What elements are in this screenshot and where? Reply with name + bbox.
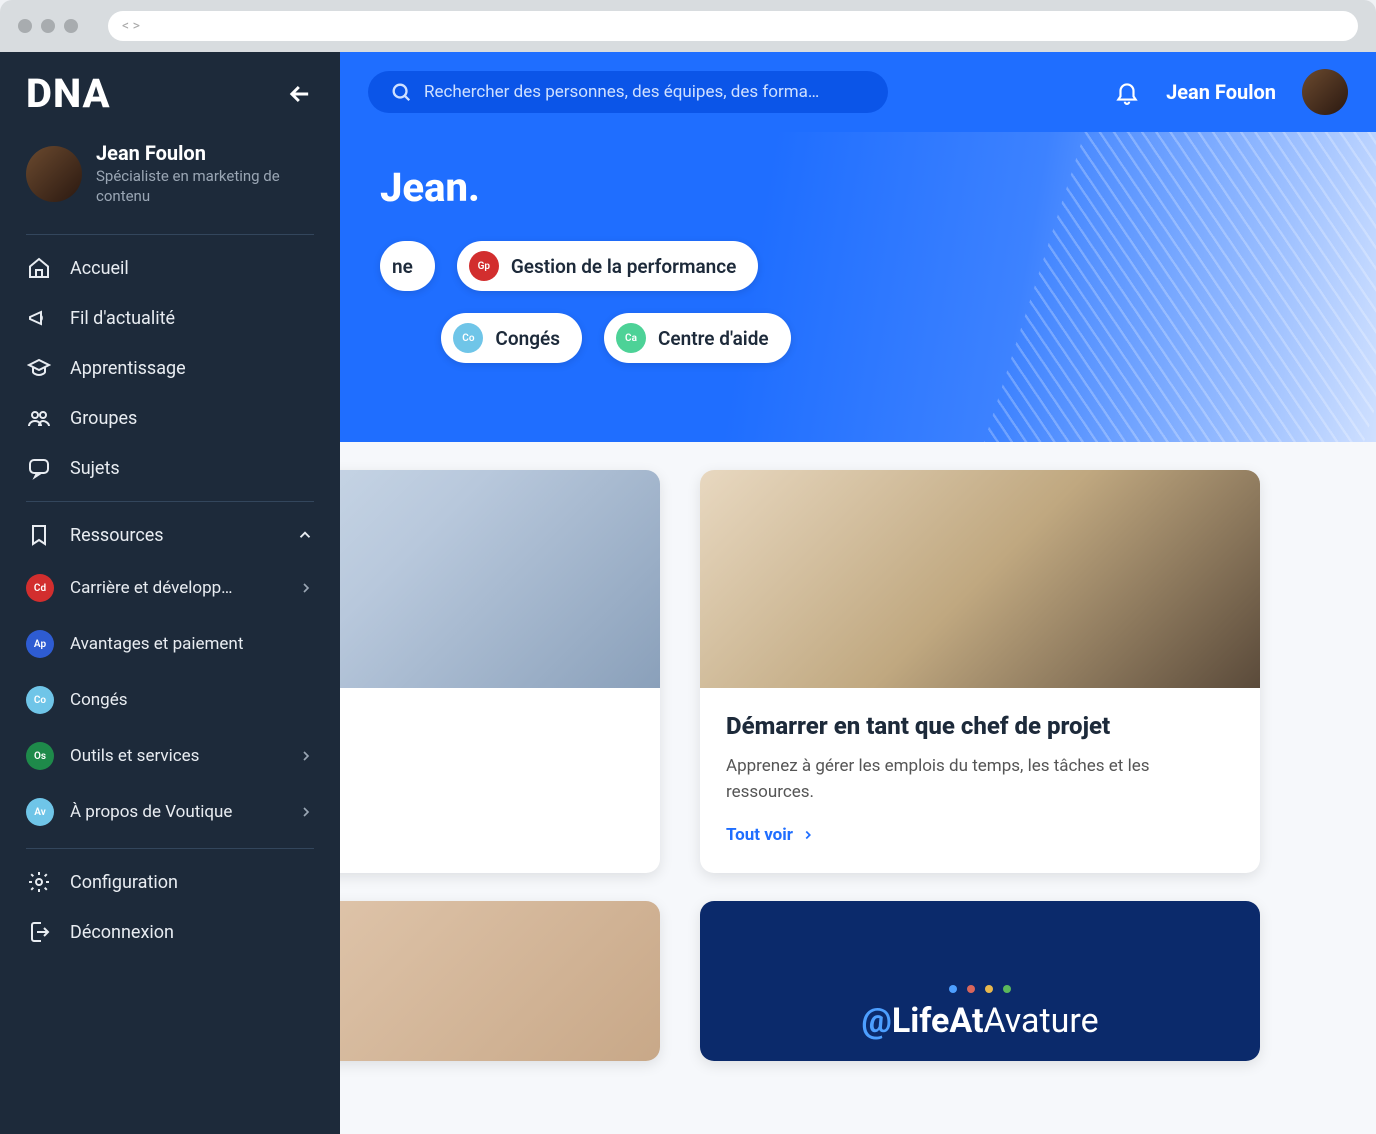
card-link-tout-voir[interactable]: Tout voir [726, 825, 815, 845]
sidebar-item-label: Configuration [70, 872, 178, 893]
sidebar-item-label: Déconnexion [70, 922, 174, 943]
card-chef-projet[interactable]: Démarrer en tant que chef de projet Appr… [700, 470, 1260, 873]
cards-row-2: @LifeAtAvature [340, 901, 1376, 1101]
badge-co-icon: Co [453, 323, 483, 353]
chip-gestion-performance[interactable]: Gp Gestion de la performance [457, 241, 759, 291]
divider [26, 848, 314, 849]
chip-centre-aide[interactable]: Ca Centre d'aide [604, 313, 791, 363]
resource-label: Carrière et développ… [70, 578, 233, 598]
topbar-avatar[interactable] [1302, 69, 1348, 115]
chip-label: Gestion de la performance [511, 255, 737, 278]
sidebar-item-accueil[interactable]: Accueil [0, 243, 340, 293]
card-description: Apprenez à gérer les emplois du temps, l… [726, 754, 1234, 805]
card-phone[interactable] [340, 901, 660, 1061]
sidebar-item-logout[interactable]: Déconnexion [0, 907, 340, 957]
sidebar-item-fil[interactable]: Fil d'actualité [0, 293, 340, 343]
badge-os-icon: Os [26, 742, 54, 770]
bookmark-icon [26, 522, 52, 548]
badge-ap-icon: Ap [26, 630, 54, 658]
search-input[interactable] [424, 82, 866, 102]
profile-block[interactable]: Jean Foulon Spécialiste en marketing de … [0, 127, 340, 226]
avatar [26, 146, 82, 202]
resource-item-conges[interactable]: Co Congés [0, 672, 340, 728]
hero-greeting: Jean. [380, 164, 1336, 211]
resource-label: Outils et services [70, 746, 199, 766]
topbar: Jean Foulon [340, 52, 1376, 132]
sidebar-item-apprentissage[interactable]: Apprentissage [0, 343, 340, 393]
close-dot[interactable] [18, 19, 32, 33]
url-bar[interactable]: < > [108, 11, 1358, 41]
resource-item-apropos[interactable]: Av À propos de Voutique [0, 784, 340, 840]
window-controls [18, 19, 78, 33]
bell-icon[interactable] [1114, 79, 1140, 105]
search-icon [390, 81, 412, 103]
chevron-up-icon [296, 526, 314, 544]
logout-icon [26, 919, 52, 945]
card-life-at-avature[interactable]: @LifeAtAvature [700, 901, 1260, 1061]
resource-label: Avantages et paiement [70, 634, 243, 654]
logo[interactable]: DNA [26, 70, 111, 117]
card-objectifs[interactable]: objectifs de d'évaluation de la [340, 470, 660, 873]
sidebar-item-groupes[interactable]: Groupes [0, 393, 340, 443]
sidebar-item-configuration[interactable]: Configuration [0, 857, 340, 907]
resource-item-carriere[interactable]: Cd Carrière et développ… [0, 560, 340, 616]
chat-icon [26, 455, 52, 481]
chip-label: Congés [495, 327, 560, 350]
chip-conges[interactable]: Co Congés [441, 313, 582, 363]
sidebar-item-label: Sujets [70, 458, 120, 479]
divider [26, 234, 314, 235]
profile-role: Spécialiste en marketing de contenu [96, 167, 314, 206]
badge-cd-icon: Cd [26, 574, 54, 602]
badge-co-icon: Co [26, 686, 54, 714]
home-icon [26, 255, 52, 281]
topbar-username[interactable]: Jean Foulon [1166, 80, 1276, 104]
content: Jean. ne Gp Gestion de la performance . … [340, 132, 1376, 1134]
resource-item-avantages[interactable]: Ap Avantages et paiement [0, 616, 340, 672]
badge-gp-icon: Gp [469, 251, 499, 281]
resource-item-outils[interactable]: Os Outils et services [0, 728, 340, 784]
sidebar-item-label: Groupes [70, 408, 137, 429]
sidebar-item-label: Fil d'actualité [70, 308, 175, 329]
browser-chrome: < > [0, 0, 1376, 52]
card-title: objectifs [340, 712, 634, 740]
card-image [340, 470, 660, 688]
sidebar: DNA Jean Foulon Spécialiste en marketing… [0, 52, 340, 1134]
main: Jean Foulon Jean. ne Gp Gestion de la pe… [340, 52, 1376, 1134]
search-box[interactable] [368, 71, 888, 113]
minimize-dot[interactable] [41, 19, 55, 33]
gear-icon [26, 869, 52, 895]
graduation-icon [26, 355, 52, 381]
sidebar-section-ressources[interactable]: Ressources [0, 510, 340, 560]
card-description: de d'évaluation de la [340, 754, 634, 780]
megaphone-icon [26, 305, 52, 331]
hero: Jean. ne Gp Gestion de la performance . … [340, 132, 1376, 442]
section-label: Ressources [70, 525, 164, 546]
collapse-sidebar-icon[interactable] [286, 80, 314, 108]
chip-partial[interactable]: ne [380, 241, 435, 291]
life-at: @ [861, 1001, 891, 1041]
card-image [700, 470, 1260, 688]
chevron-right-icon [801, 828, 815, 842]
card-title: Démarrer en tant que chef de projet [726, 712, 1234, 740]
resource-label: À propos de Voutique [70, 802, 232, 822]
cards-row: objectifs de d'évaluation de la Démarrer… [340, 442, 1376, 901]
group-icon [26, 405, 52, 431]
maximize-dot[interactable] [64, 19, 78, 33]
sidebar-item-label: Apprentissage [70, 358, 186, 379]
sidebar-item-label: Accueil [70, 258, 129, 279]
sidebar-item-sujets[interactable]: Sujets [0, 443, 340, 493]
chevron-right-icon [298, 804, 314, 820]
chevron-right-icon [298, 580, 314, 596]
profile-name: Jean Foulon [96, 141, 314, 165]
divider [26, 501, 314, 502]
resource-label: Congés [70, 690, 127, 710]
badge-ca-icon: Ca [616, 323, 646, 353]
chip-label: Centre d'aide [658, 327, 769, 350]
chevron-right-icon [298, 748, 314, 764]
badge-av-icon: Av [26, 798, 54, 826]
